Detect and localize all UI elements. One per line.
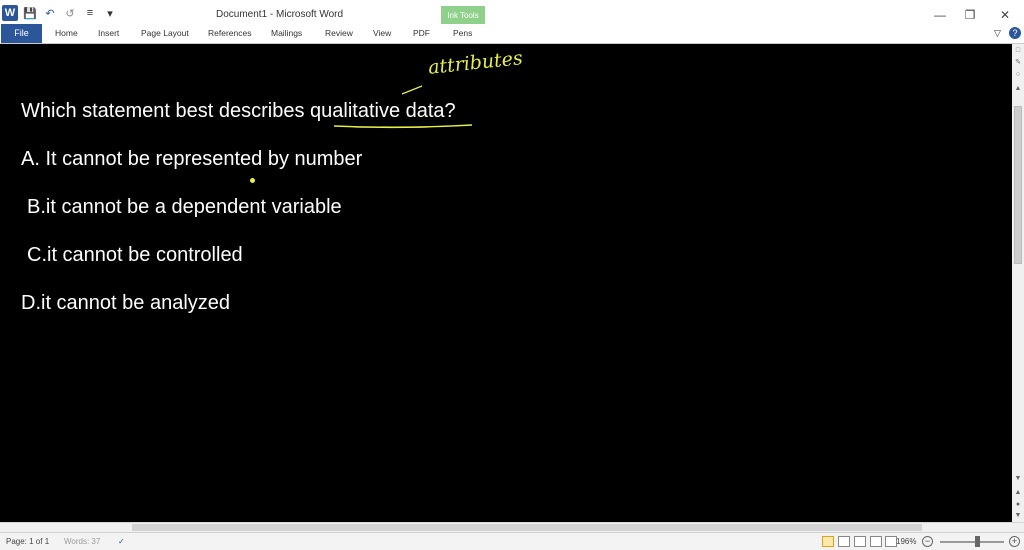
option-a: A. It cannot be represented by number — [21, 148, 363, 170]
page-count[interactable]: Page: 1 of 1 — [6, 537, 49, 546]
horizontal-scroll-thumb[interactable] — [132, 524, 922, 531]
proofing-icon[interactable]: ✓ — [118, 537, 125, 546]
question-text: Which statement best describes qualitati… — [21, 100, 456, 122]
option-b: B.it cannot be a dependent variable — [27, 196, 342, 218]
ink-tools-tab-group: Ink Tools — [441, 6, 485, 26]
print-layout-view-icon[interactable] — [822, 536, 834, 547]
word-count[interactable]: Words: 37 — [64, 537, 100, 546]
ribbon-tabs: File Home Insert Page Layout References … — [0, 24, 1024, 44]
help-icon[interactable]: ? — [1009, 27, 1021, 39]
tab-references[interactable]: References — [208, 24, 251, 43]
restore-button[interactable]: ❐ — [960, 8, 980, 22]
redo-icon[interactable]: ↺ — [62, 5, 78, 21]
option-c: C.it cannot be controlled — [27, 244, 243, 266]
previous-page-icon[interactable]: ▲ — [1013, 488, 1023, 498]
tab-view[interactable]: View — [373, 24, 391, 43]
vertical-scroll-thumb[interactable] — [1014, 106, 1022, 264]
close-button[interactable]: ✕ — [995, 8, 1015, 22]
browse-object-icon[interactable]: ● — [1013, 500, 1023, 510]
outline-view-icon[interactable] — [870, 536, 882, 547]
document-page[interactable]: Which statement best describes qualitati… — [0, 44, 1012, 522]
tab-pens[interactable]: Pens — [453, 24, 472, 43]
status-bar: Page: 1 of 1 Words: 37 ✓ 196% − + — [0, 532, 1024, 550]
tab-file[interactable]: File — [1, 24, 42, 43]
tab-insert[interactable]: Insert — [98, 24, 119, 43]
undo-icon[interactable]: ↶ — [42, 5, 58, 21]
scroll-down-icon[interactable]: ▼ — [1013, 474, 1023, 484]
eraser-icon[interactable]: ○ — [1013, 70, 1023, 80]
next-page-icon[interactable]: ▼ — [1013, 511, 1023, 521]
tab-review[interactable]: Review — [325, 24, 353, 43]
zoom-slider[interactable] — [940, 541, 1004, 543]
save-icon[interactable]: 💾 — [22, 5, 38, 21]
ink-dot — [250, 178, 255, 183]
web-layout-icon[interactable] — [854, 536, 866, 547]
pen-icon[interactable]: ✎ — [1013, 58, 1023, 68]
minimize-button[interactable]: — — [930, 8, 950, 22]
zoom-out-button[interactable]: − — [922, 536, 933, 547]
tab-page-layout[interactable]: Page Layout — [141, 24, 189, 43]
quick-access-toolbar: W 💾 ↶ ↺ ≡ ▾ — [2, 4, 122, 22]
window-title: Document1 - Microsoft Word — [216, 9, 344, 20]
title-bar: W 💾 ↶ ↺ ≡ ▾ Document1 - Microsoft Word I… — [0, 0, 1024, 26]
zoom-slider-thumb[interactable] — [975, 536, 980, 547]
tab-pdf[interactable]: PDF — [413, 24, 430, 43]
scroll-up-icon[interactable]: ▲ — [1013, 84, 1023, 94]
zoom-level[interactable]: 196% — [896, 537, 916, 546]
zoom-in-button[interactable]: + — [1009, 536, 1020, 547]
option-d: D.it cannot be analyzed — [21, 292, 231, 314]
word-logo-icon[interactable]: W — [2, 5, 18, 21]
tab-mailings[interactable]: Mailings — [271, 24, 302, 43]
ribbon-collapse-icon[interactable]: ▽ — [994, 24, 1001, 43]
horizontal-scrollbar[interactable] — [0, 522, 1024, 532]
paragraph-icon[interactable]: ≡ — [82, 5, 98, 21]
ruler-toggle-icon[interactable]: □ — [1013, 46, 1023, 56]
ink-underline — [333, 124, 473, 129]
full-screen-reading-icon[interactable] — [838, 536, 850, 547]
tab-home[interactable]: Home — [55, 24, 78, 43]
customize-qat-icon[interactable]: ▾ — [102, 5, 118, 21]
vertical-scrollbar[interactable]: □ ✎ ○ ▲ ▼ ▲ ● ▼ — [1012, 44, 1024, 522]
